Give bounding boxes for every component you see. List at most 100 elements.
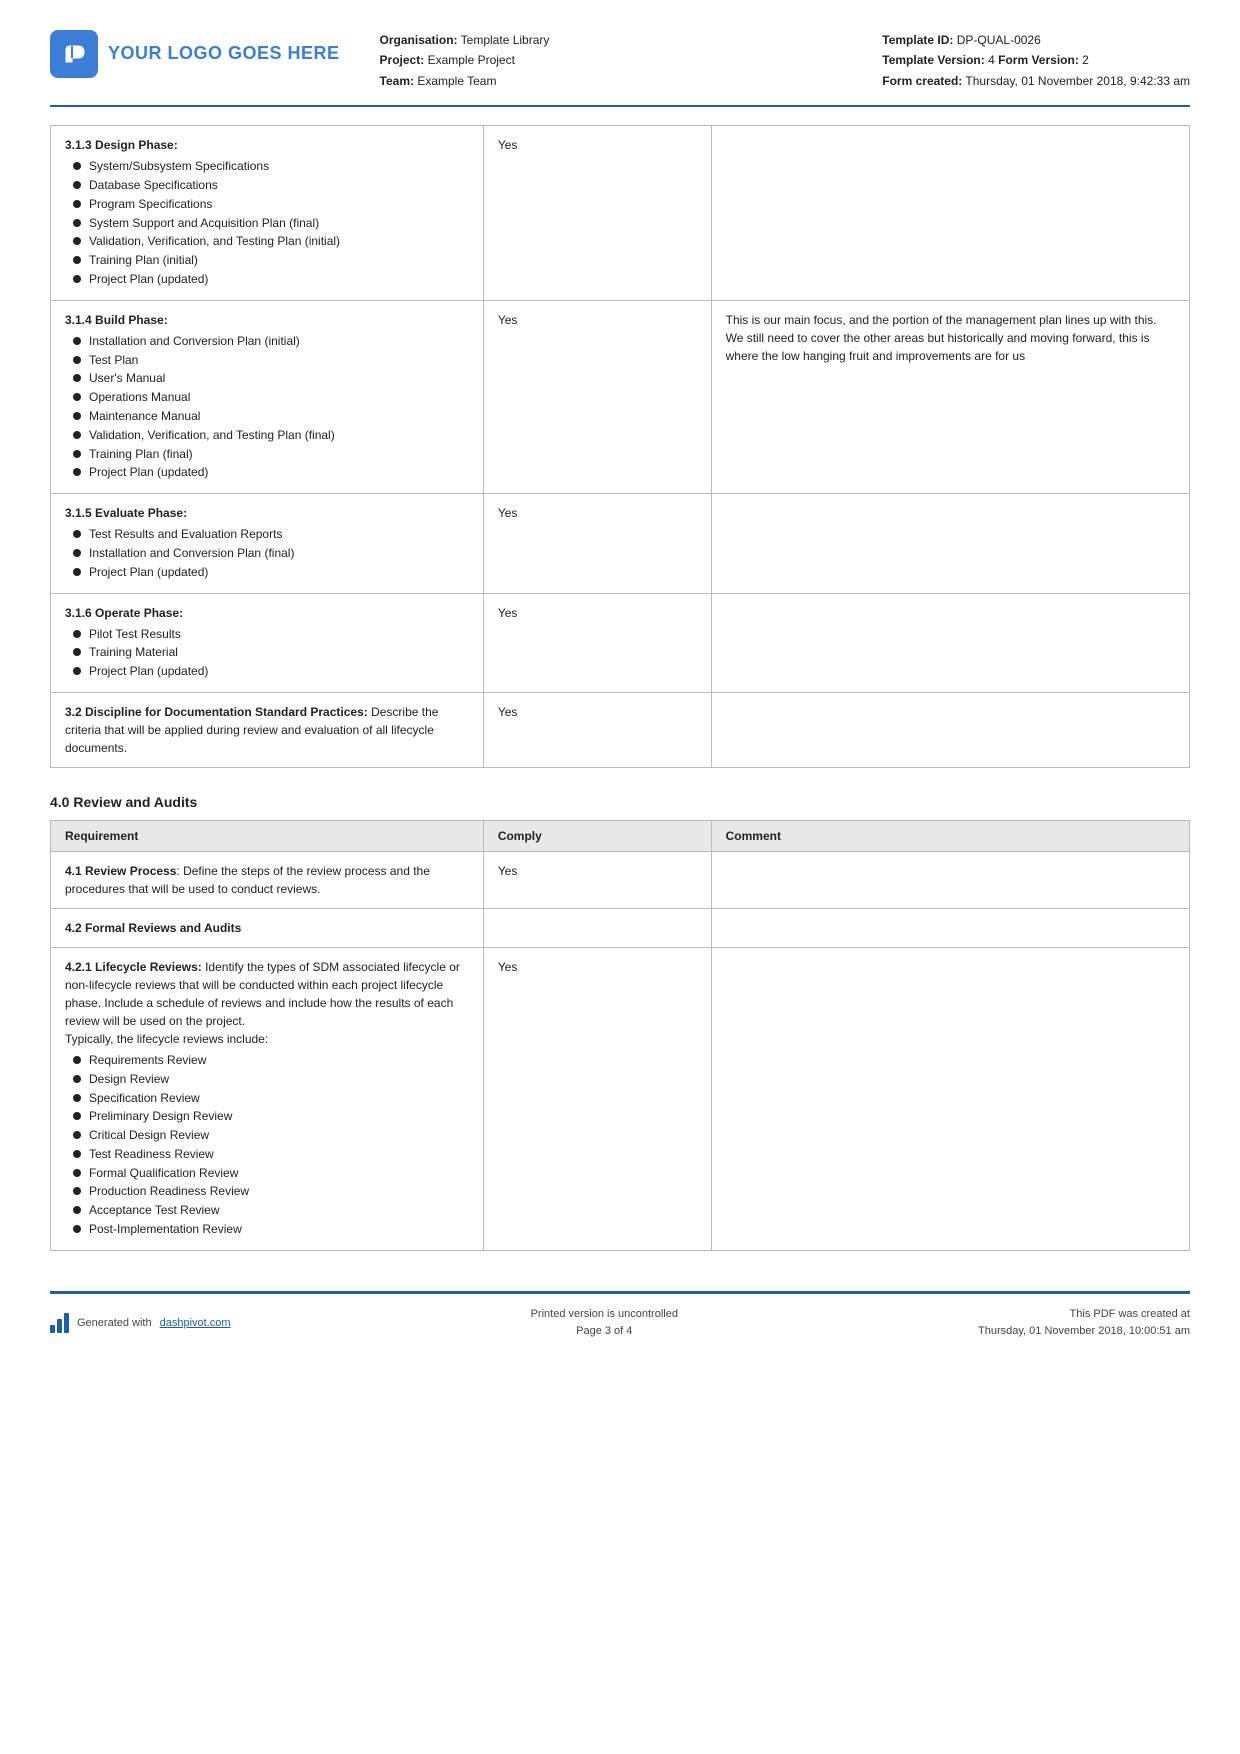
page-wrapper: YOUR LOGO GOES HERE Organisation: Templa…: [0, 0, 1240, 1754]
bullet-icon: [73, 1150, 81, 1158]
bullet-icon: [73, 431, 81, 439]
section-314-comment: This is our main focus, and the portion …: [711, 300, 1189, 493]
section-315-comment: [711, 494, 1189, 593]
list-item: Project Plan (updated): [73, 464, 469, 481]
logo-icon: [50, 30, 98, 78]
row-42-comment: [711, 908, 1189, 947]
row-421-comment: [711, 947, 1189, 1250]
bullet-icon: [73, 468, 81, 476]
list-item: Specification Review: [73, 1090, 469, 1107]
bullet-icon: [73, 530, 81, 538]
list-item: Test Plan: [73, 352, 469, 369]
row-42-comply: [483, 908, 711, 947]
form-created-value: Thursday, 01 November 2018, 9:42:33 am: [965, 74, 1190, 88]
list-item: Pilot Test Results: [73, 626, 469, 643]
section-313-comply: Yes: [483, 126, 711, 301]
section-32-comply: Yes: [483, 692, 711, 767]
list-item: Database Specifications: [73, 177, 469, 194]
list-item: Project Plan (updated): [73, 663, 469, 680]
template-id-value: DP-QUAL-0026: [957, 33, 1041, 47]
table-row: 4.2.1 Lifecycle Reviews: Identify the ty…: [51, 947, 1190, 1250]
section-313-req: 3.1.3 Design Phase: System/Subsystem Spe…: [51, 126, 484, 301]
list-item: Test Results and Evaluation Reports: [73, 526, 469, 543]
list-item: Maintenance Manual: [73, 408, 469, 425]
row-41-req: 4.1 Review Process: Define the steps of …: [51, 851, 484, 908]
list-item: Training Material: [73, 644, 469, 661]
table-row: 3.1.4 Build Phase: Installation and Conv…: [51, 300, 1190, 493]
logo-area: YOUR LOGO GOES HERE: [50, 30, 340, 78]
review-table: Requirement Comply Comment 4.1 Review Pr…: [50, 820, 1190, 1251]
row-421-comply: Yes: [483, 947, 711, 1250]
table-row: 4.2 Formal Reviews and Audits: [51, 908, 1190, 947]
bullet-icon: [73, 549, 81, 557]
bullet-icon: [73, 412, 81, 420]
list-item: Training Plan (final): [73, 446, 469, 463]
list-item: Post-Implementation Review: [73, 1221, 469, 1238]
bullet-icon: [73, 219, 81, 227]
bullet-icon: [73, 568, 81, 576]
bullet-icon: [73, 275, 81, 283]
form-created-label: Form created:: [882, 74, 962, 88]
section-316-comment: [711, 593, 1189, 692]
header-meta: Organisation: Template Library Project: …: [380, 30, 883, 91]
list-item: Validation, Verification, and Testing Pl…: [73, 427, 469, 444]
row-421-bullets: Requirements Review Design Review Specif…: [65, 1052, 469, 1238]
row-41-bold: 4.1 Review Process: [65, 864, 176, 878]
bullet-icon: [73, 1206, 81, 1214]
list-item: Validation, Verification, and Testing Pl…: [73, 233, 469, 250]
bar1: [50, 1325, 55, 1333]
bullet-icon: [73, 1112, 81, 1120]
row-421-intro: Typically, the lifecycle reviews include…: [65, 1032, 268, 1046]
logo-text: YOUR LOGO GOES HERE: [108, 42, 340, 65]
section-315-bullets: Test Results and Evaluation Reports Inst…: [65, 526, 469, 580]
section-316-title: 3.1.6 Operate Phase:: [65, 604, 469, 622]
section-313-comment: [711, 126, 1189, 301]
row-41-comply: Yes: [483, 851, 711, 908]
bullet-icon: [73, 648, 81, 656]
col-requirement: Requirement: [51, 820, 484, 851]
list-item: Installation and Conversion Plan (final): [73, 545, 469, 562]
footer-center-line2: Page 3 of 4: [531, 1323, 678, 1341]
table-row: 3.2 Discipline for Documentation Standar…: [51, 692, 1190, 767]
generated-link[interactable]: dashpivot.com: [160, 1317, 231, 1329]
section-32-req: 3.2 Discipline for Documentation Standar…: [51, 692, 484, 767]
bullet-icon: [73, 237, 81, 245]
template-id-row: Template ID: DP-QUAL-0026: [882, 30, 1190, 50]
review-section-heading: 4.0 Review and Audits: [50, 794, 1190, 810]
row-421-bold: 4.2.1 Lifecycle Reviews:: [65, 960, 202, 974]
bullet-icon: [73, 256, 81, 264]
section-316-req: 3.1.6 Operate Phase: Pilot Test Results …: [51, 593, 484, 692]
bullet-icon: [73, 1056, 81, 1064]
bullet-icon: [73, 1131, 81, 1139]
header-right: Template ID: DP-QUAL-0026 Template Versi…: [882, 30, 1190, 91]
section-313-title: 3.1.3 Design Phase:: [65, 136, 469, 154]
bullet-icon: [73, 162, 81, 170]
bar2: [57, 1319, 62, 1333]
section-315-title: 3.1.5 Evaluate Phase:: [65, 504, 469, 522]
org-value: Template Library: [461, 33, 550, 47]
section-316-comply: Yes: [483, 593, 711, 692]
row-42-req: 4.2 Formal Reviews and Audits: [51, 908, 484, 947]
version-row: Template Version: 4 Form Version: 2: [882, 50, 1190, 70]
section-32-title: 3.2 Discipline for Documentation Standar…: [65, 705, 368, 719]
list-item: Production Readiness Review: [73, 1183, 469, 1200]
list-item: Requirements Review: [73, 1052, 469, 1069]
footer: Generated with dashpivot.com Printed ver…: [50, 1291, 1190, 1357]
generated-text: Generated with: [77, 1317, 152, 1329]
table-row: 4.1 Review Process: Define the steps of …: [51, 851, 1190, 908]
bullet-icon: [73, 630, 81, 638]
list-item: Preliminary Design Review: [73, 1108, 469, 1125]
list-item: Program Specifications: [73, 196, 469, 213]
team-value: Example Team: [417, 74, 496, 88]
footer-left: Generated with dashpivot.com: [50, 1313, 231, 1333]
bullet-icon: [73, 181, 81, 189]
list-item: Operations Manual: [73, 389, 469, 406]
section-32-comment: [711, 692, 1189, 767]
list-item: Design Review: [73, 1071, 469, 1088]
list-item: Project Plan (updated): [73, 564, 469, 581]
form-version-value: 2: [1082, 53, 1089, 67]
footer-right: This PDF was created at Thursday, 01 Nov…: [978, 1306, 1190, 1341]
list-item: Test Readiness Review: [73, 1146, 469, 1163]
list-item: User's Manual: [73, 370, 469, 387]
table-row: 3.1.3 Design Phase: System/Subsystem Spe…: [51, 126, 1190, 301]
